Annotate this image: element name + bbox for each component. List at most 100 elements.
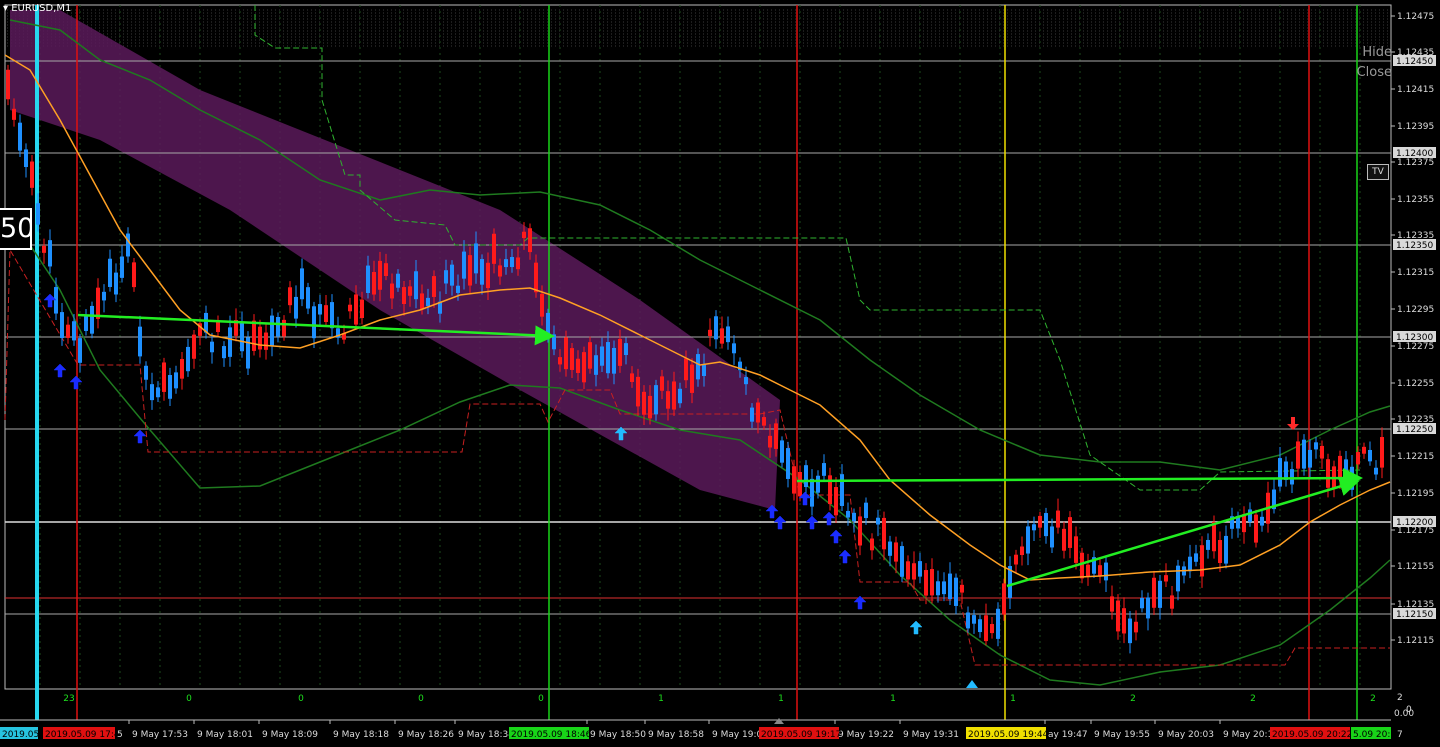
candle-body bbox=[1212, 521, 1216, 552]
candle-body bbox=[240, 321, 244, 352]
candle-body bbox=[1152, 577, 1156, 608]
candle-body bbox=[360, 299, 364, 319]
chart-menu-triangle-icon[interactable]: ▾ bbox=[3, 3, 8, 14]
price-label: 1.12155 bbox=[1397, 562, 1434, 572]
price-level-label: 1.12300 bbox=[1396, 333, 1433, 343]
candle-body bbox=[918, 561, 922, 577]
candle-body bbox=[462, 251, 466, 279]
candle-body bbox=[228, 327, 232, 357]
time-highlight-label: 2019.05.09 19:17 bbox=[761, 730, 841, 740]
candle-body bbox=[966, 612, 970, 629]
candle-body bbox=[216, 321, 220, 333]
candle-body bbox=[552, 334, 556, 350]
candle-body bbox=[822, 463, 826, 476]
candle-body bbox=[690, 364, 694, 393]
candle-body bbox=[708, 329, 712, 336]
symbol-title[interactable]: ▾ EURUSD,M1 bbox=[3, 3, 71, 14]
time-label: 9 May 20:03 bbox=[1158, 730, 1214, 740]
candle-body bbox=[1224, 535, 1228, 564]
candle-body bbox=[396, 273, 400, 288]
close-button[interactable]: Close bbox=[1357, 65, 1392, 80]
price-label: 1.12195 bbox=[1397, 489, 1434, 499]
candle-body bbox=[1014, 554, 1018, 565]
time-label: 9 May 18:58 bbox=[648, 730, 704, 740]
price-label: 1.12255 bbox=[1397, 379, 1434, 389]
price-level-label: 1.12150 bbox=[1396, 610, 1433, 620]
candle-body bbox=[570, 348, 574, 370]
candle-body bbox=[54, 287, 58, 314]
candle-body bbox=[1290, 469, 1294, 485]
candle-body bbox=[798, 471, 802, 497]
candle-body bbox=[768, 435, 772, 448]
chart-canvas[interactable]: 1.124751.124351.124151.123951.123751.123… bbox=[0, 0, 1440, 747]
candle-body bbox=[120, 256, 124, 278]
candle-body bbox=[846, 510, 850, 518]
candle-body bbox=[1278, 458, 1282, 487]
counter-value: 1 bbox=[1010, 694, 1016, 704]
candle-body bbox=[12, 108, 16, 120]
price-level-label: 1.12350 bbox=[1396, 241, 1433, 251]
candle-body bbox=[348, 304, 352, 312]
candle-body bbox=[1038, 515, 1042, 528]
candle-body bbox=[1146, 597, 1150, 619]
candle-body bbox=[126, 233, 130, 257]
candle-body bbox=[888, 541, 892, 556]
candle-body bbox=[600, 346, 604, 366]
candle-body bbox=[666, 391, 670, 409]
price-level-label: 1.12250 bbox=[1396, 425, 1433, 435]
candle-body bbox=[1206, 539, 1210, 550]
candle-body bbox=[1248, 509, 1252, 522]
candle-body bbox=[168, 375, 172, 399]
time-label: 9 May 18:50 bbox=[590, 730, 646, 740]
candle-body bbox=[636, 376, 640, 407]
candle-body bbox=[294, 296, 298, 319]
candle-body bbox=[30, 161, 34, 188]
candle-body bbox=[948, 573, 952, 600]
hide-button[interactable]: Hide bbox=[1362, 45, 1392, 60]
candle-body bbox=[162, 362, 166, 392]
counter-value: 2 bbox=[1130, 694, 1136, 704]
price-level-label: 1.12200 bbox=[1396, 518, 1433, 528]
time-label: 9 May 20:1 bbox=[1223, 730, 1273, 740]
price-label: 1.12295 bbox=[1397, 305, 1434, 315]
candle-body bbox=[78, 338, 82, 363]
candle-body bbox=[786, 448, 790, 479]
price-label: 1.12375 bbox=[1397, 158, 1434, 168]
candle-body bbox=[258, 326, 262, 350]
candle-body bbox=[1134, 621, 1138, 633]
candle-body bbox=[1188, 556, 1192, 572]
candle-body bbox=[1110, 596, 1114, 612]
candle-body bbox=[420, 293, 424, 310]
candle-body bbox=[378, 260, 382, 290]
candle-body bbox=[1116, 600, 1120, 632]
candle-body bbox=[72, 321, 76, 341]
time-highlight-label: 2019.05.09 19:44 bbox=[968, 730, 1049, 740]
candle-body bbox=[744, 377, 748, 385]
candle-body bbox=[624, 343, 628, 356]
candle-body bbox=[414, 271, 418, 300]
candle-body bbox=[456, 285, 460, 293]
candle-body bbox=[1338, 455, 1342, 480]
candle-body bbox=[1098, 565, 1102, 576]
candle-body bbox=[366, 265, 370, 293]
overlay-counter: 50 bbox=[0, 208, 32, 250]
price-label: 1.12395 bbox=[1397, 122, 1434, 132]
candle-body bbox=[1068, 517, 1072, 548]
candle-body bbox=[654, 385, 658, 415]
candle-body bbox=[1044, 513, 1048, 537]
candle-body bbox=[1002, 583, 1006, 615]
candle-body bbox=[66, 324, 70, 338]
candle-body bbox=[732, 343, 736, 354]
subwindow-scale-zero: 0 bbox=[1406, 705, 1412, 715]
candle-body bbox=[114, 272, 118, 295]
candle-body bbox=[1104, 562, 1108, 581]
counter-value: 0 bbox=[298, 694, 304, 704]
candle-body bbox=[1200, 545, 1204, 577]
counter-value: 0 bbox=[538, 694, 544, 704]
candle-body bbox=[390, 283, 394, 299]
tv-button[interactable]: TV bbox=[1367, 164, 1389, 180]
candle-body bbox=[252, 320, 256, 351]
candle-body bbox=[792, 466, 796, 494]
candle-body bbox=[426, 297, 430, 306]
candle-body bbox=[432, 276, 436, 297]
